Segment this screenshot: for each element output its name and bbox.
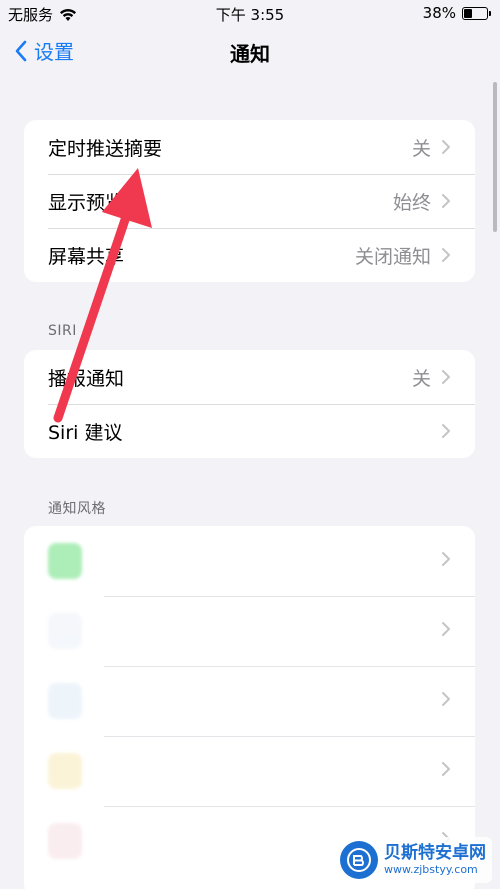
- watermark-text: 贝斯特安卓网 www.zjbstyy.com: [384, 843, 486, 877]
- chevron-right-icon: [442, 692, 450, 706]
- row-value: 始终: [392, 191, 431, 214]
- app-name-blurred: [98, 551, 441, 571]
- siri-settings-group: 播报通知 关 Siri 建议: [24, 350, 475, 458]
- row-label: Siri 建议: [48, 421, 123, 444]
- chevron-right-icon: [442, 762, 450, 776]
- app-name-blurred: [98, 621, 441, 641]
- siri-section-header: SIRI: [48, 323, 77, 339]
- app-row[interactable]: [24, 596, 475, 666]
- battery-icon: [462, 6, 491, 20]
- app-icon: [48, 753, 82, 789]
- app-name-blurred: [98, 761, 441, 781]
- watermark-logo-icon: [340, 841, 378, 879]
- row-label: 屏幕共享: [48, 245, 125, 268]
- battery-percent: 38%: [422, 4, 456, 22]
- chevron-right-icon: [442, 370, 450, 384]
- battery-fill: [464, 8, 473, 18]
- row-label: 定时推送摘要: [48, 137, 163, 160]
- notification-style-section-header: 通知风格: [48, 501, 106, 517]
- announce-notifications-row[interactable]: 播报通知 关: [24, 350, 475, 404]
- chevron-right-icon: [442, 248, 450, 262]
- row-value: 关: [411, 367, 431, 390]
- row-label: 显示预览: [48, 191, 125, 214]
- chevron-right-icon: [442, 622, 450, 636]
- screen-sharing-row[interactable]: 屏幕共享 关闭通知: [24, 228, 475, 282]
- app-row[interactable]: [24, 666, 475, 736]
- chevron-right-icon: [442, 424, 450, 438]
- app-icon: [48, 823, 82, 859]
- chevron-right-icon: [442, 140, 450, 154]
- siri-suggestions-row[interactable]: Siri 建议: [24, 404, 475, 458]
- row-value: 关闭通知: [354, 245, 431, 268]
- scheduled-summary-row[interactable]: 定时推送摘要 关: [24, 120, 475, 174]
- app-name-blurred: [98, 691, 441, 711]
- app-row[interactable]: [24, 526, 475, 596]
- app-icon: [48, 683, 82, 719]
- row-value: 关: [411, 137, 431, 160]
- navigation-bar: 设置 通知: [0, 30, 500, 74]
- battery-status: 38%: [422, 4, 491, 22]
- scrollbar[interactable]: [493, 82, 497, 232]
- page-title: 通知: [230, 42, 270, 66]
- app-icon: [48, 543, 82, 579]
- chevron-right-icon: [442, 552, 450, 566]
- notification-settings-group: 定时推送摘要 关 显示预览 始终 屏幕共享 关闭通知: [24, 120, 475, 282]
- watermark: 贝斯特安卓网 www.zjbstyy.com: [334, 837, 492, 883]
- app-icon: [48, 613, 82, 649]
- notification-style-group: [24, 526, 475, 889]
- watermark-title: 贝斯特安卓网: [384, 843, 486, 863]
- status-bar: 无服务 下午 3:55 38%: [0, 0, 500, 26]
- row-label: 播报通知: [48, 367, 125, 390]
- chevron-right-icon: [442, 194, 450, 208]
- watermark-url: www.zjbstyy.com: [384, 863, 478, 876]
- app-row[interactable]: [24, 736, 475, 806]
- show-previews-row[interactable]: 显示预览 始终: [24, 174, 475, 228]
